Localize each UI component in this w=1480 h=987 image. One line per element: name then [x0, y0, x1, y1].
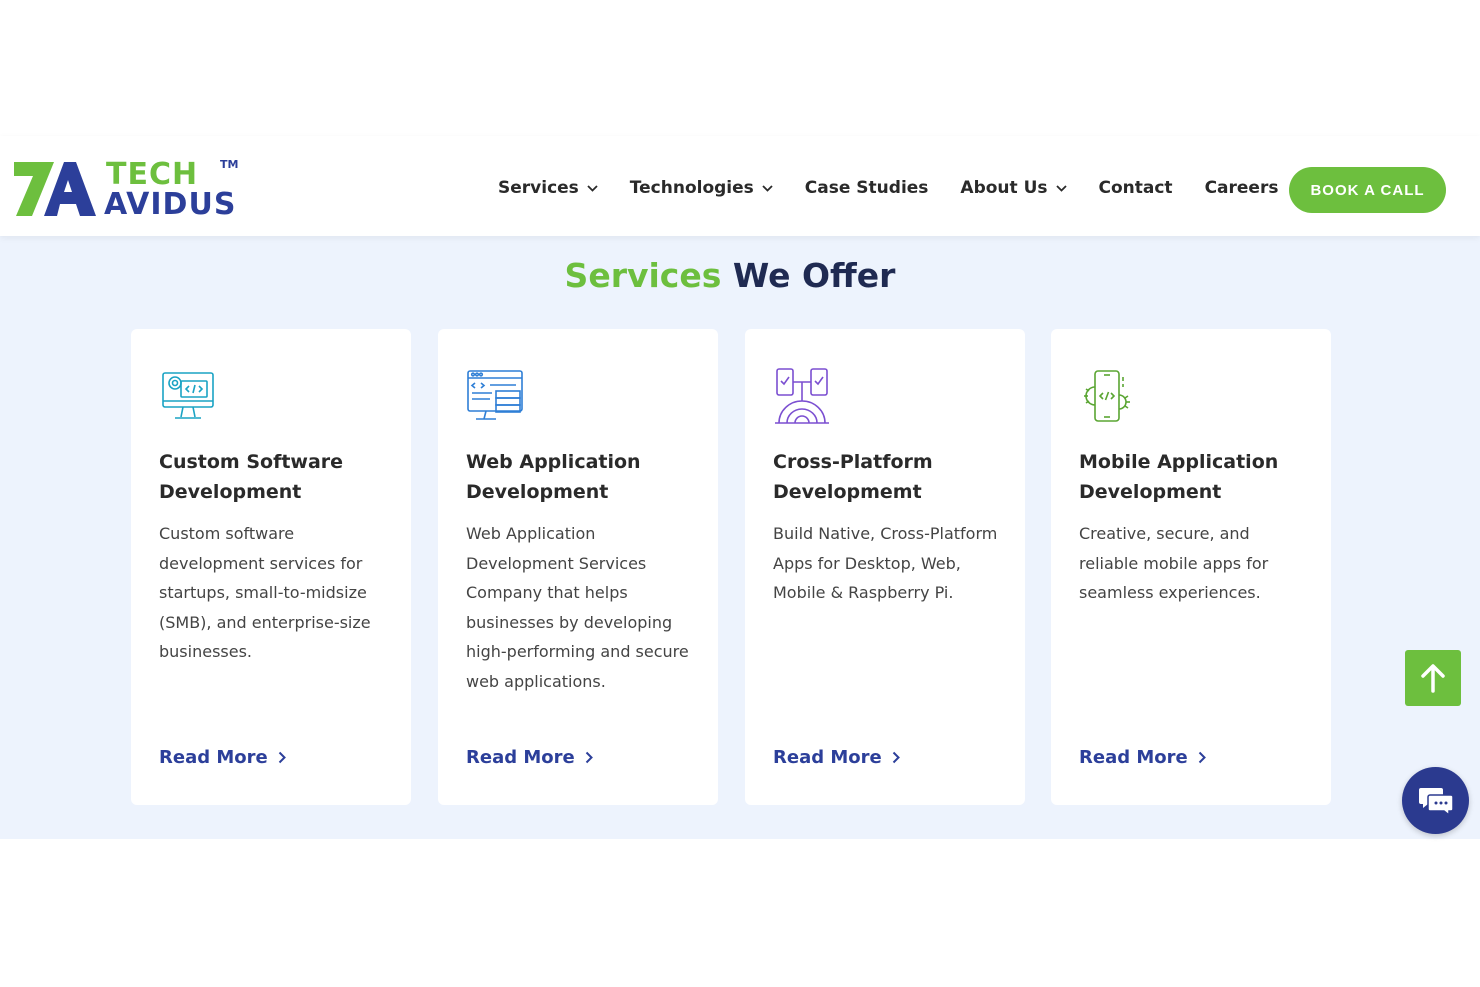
brand-logo[interactable]: TECH AVIDUS TM	[14, 158, 244, 222]
services-section: Services We Offer Custom Software Develo…	[0, 236, 1480, 839]
service-card-custom-software: Custom Software Development Custom softw…	[131, 329, 411, 805]
chevron-down-icon	[762, 184, 773, 192]
card-title: Custom Software Development	[159, 451, 344, 503]
read-more-link[interactable]: Read More	[159, 747, 286, 768]
card-description: Web Application Development Services Com…	[466, 524, 689, 691]
chevron-down-icon	[1055, 184, 1067, 192]
nav-item-label: Technologies	[629, 178, 754, 198]
logo-mark-icon	[14, 162, 96, 216]
mobile-code-gear-icon	[1084, 370, 1130, 422]
nav-item-label: About Us	[960, 178, 1048, 198]
nav-item-technologies[interactable]: Technologies	[630, 178, 773, 198]
read-more-label: Read More	[1079, 747, 1188, 768]
main-nav: Services Technologies Case Studies About…	[498, 174, 1310, 202]
card-title: Mobile Application Development	[1079, 451, 1279, 503]
card-description: Creative, secure, and reliable mobile ap…	[1079, 524, 1269, 602]
chevron-right-icon	[585, 751, 593, 764]
read-more-label: Read More	[159, 747, 268, 768]
browser-server-icon	[467, 370, 523, 420]
card-description: Custom software development services for…	[159, 524, 371, 661]
chevron-right-icon	[1198, 751, 1206, 764]
scroll-to-top-button[interactable]	[1405, 650, 1461, 706]
trademark-mark: TM	[220, 158, 239, 171]
read-more-label: Read More	[466, 747, 575, 768]
arrow-up-icon	[1421, 664, 1445, 693]
chat-bubbles-icon	[1418, 787, 1454, 817]
read-more-link[interactable]: Read More	[1079, 747, 1206, 768]
card-title: Web Application Development	[466, 451, 641, 503]
nav-item-label: Services	[498, 178, 579, 198]
section-title: Services We Offer	[0, 256, 1460, 295]
chevron-right-icon	[892, 751, 900, 764]
card-description: Build Native, Cross-Platform Apps for De…	[773, 524, 998, 602]
service-card-cross-platform: Cross-Platform Developmemt Build Native,…	[745, 329, 1025, 805]
chevron-right-icon	[278, 751, 286, 764]
logo-text-avidus: AVIDUS	[104, 187, 237, 222]
nav-item-label: Careers	[1204, 178, 1279, 198]
site-header: TECH AVIDUS TM Services Technologies Cas…	[0, 136, 1480, 236]
nav-item-label: Contact	[1098, 178, 1173, 198]
service-card-web-application: Web Application Development Web Applicat…	[438, 329, 718, 805]
card-title: Cross-Platform Developmemt	[773, 451, 933, 503]
read-more-link[interactable]: Read More	[466, 747, 593, 768]
nav-item-about-us[interactable]: About Us	[960, 178, 1067, 198]
nav-item-contact[interactable]: Contact	[1099, 178, 1173, 198]
read-more-label: Read More	[773, 747, 882, 768]
chevron-down-icon	[587, 184, 598, 192]
section-title-accent: Services	[564, 256, 722, 295]
nav-item-case-studies[interactable]: Case Studies	[805, 178, 929, 198]
read-more-link[interactable]: Read More	[773, 747, 900, 768]
book-a-call-button[interactable]: BOOK A CALL	[1289, 167, 1446, 213]
chat-widget-button[interactable]	[1402, 767, 1469, 834]
nav-item-careers[interactable]: Careers	[1205, 178, 1279, 198]
nav-item-label: Case Studies	[804, 178, 929, 198]
section-title-rest: We Offer	[732, 256, 896, 295]
nav-item-services[interactable]: Services	[498, 178, 598, 198]
monitor-code-gear-icon	[162, 372, 214, 419]
cross-platform-devices-icon	[775, 368, 829, 424]
service-card-mobile-application: Mobile Application Development Creative,…	[1051, 329, 1331, 805]
page: TECH AVIDUS TM Services Technologies Cas…	[0, 0, 1480, 987]
